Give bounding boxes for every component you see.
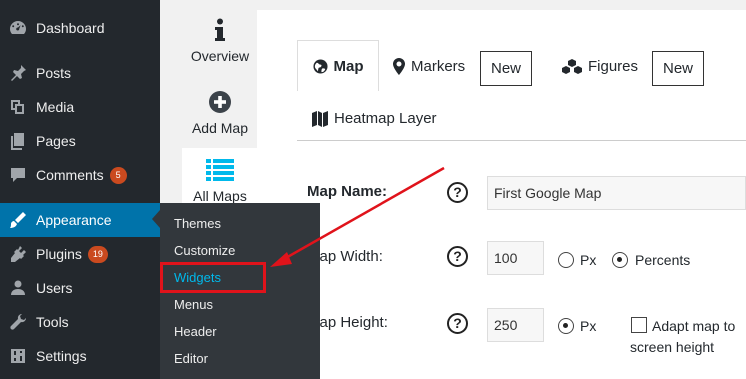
- tab-heatmap-layer[interactable]: Heatmap Layer: [312, 110, 437, 127]
- sidebar-item-label: Media: [36, 99, 75, 115]
- tab-markers[interactable]: Markers: [393, 58, 465, 75]
- adapt-height-label-line2: screen height: [630, 339, 715, 355]
- height-px-label: Px: [580, 318, 597, 334]
- sidebar-item-label: Users: [36, 280, 73, 296]
- sidebar-item-label: Dashboard: [36, 20, 105, 36]
- submenu-item-themes[interactable]: Themes: [174, 216, 221, 231]
- sidebar-item-dashboard[interactable]: Dashboard: [0, 11, 160, 45]
- pin-icon: [0, 63, 36, 83]
- pages-icon: [0, 131, 36, 151]
- plus-circle-icon: [209, 91, 231, 113]
- plugins-update-badge: 19: [87, 245, 108, 263]
- tab-label: Figures: [588, 58, 639, 75]
- map-editor-panel: Map Markers New Figures New Heatmap Laye…: [257, 10, 746, 379]
- sidebar-item-label: Tools: [36, 314, 69, 330]
- list-icon: [206, 159, 234, 181]
- sidebar-item-label: Comments: [36, 167, 104, 183]
- sidebar-item-appearance[interactable]: Appearance: [0, 203, 160, 237]
- tab-map[interactable]: Map: [297, 40, 379, 91]
- sidebar-item-label: Appearance: [36, 212, 112, 228]
- map-name-label: Map Name:: [307, 183, 388, 200]
- sidebar-item-plugins[interactable]: Plugins 19: [0, 237, 160, 271]
- submenu-item-customize[interactable]: Customize: [174, 243, 235, 258]
- active-menu-pointer: [152, 210, 160, 228]
- new-marker-button[interactable]: New: [480, 51, 532, 86]
- map-width-input[interactable]: 100: [487, 241, 544, 275]
- comment-icon: [0, 165, 36, 185]
- tab-add-map[interactable]: Add Map: [182, 90, 258, 136]
- width-px-label: Px: [580, 252, 597, 268]
- media-icon: [0, 97, 36, 117]
- tab-label: All Maps: [193, 188, 247, 204]
- sidebar-item-settings[interactable]: Settings: [0, 339, 160, 373]
- sidebar-item-media[interactable]: Media: [0, 90, 160, 124]
- map-name-input[interactable]: First Google Map: [487, 176, 746, 210]
- tab-overview[interactable]: Overview: [182, 18, 258, 64]
- tab-figures[interactable]: Figures: [562, 58, 638, 75]
- marker-pin-icon: [393, 58, 405, 75]
- submenu-item-editor[interactable]: Editor: [174, 351, 208, 366]
- admin-sidebar: Dashboard Posts Media Pages Comments 5 A…: [0, 0, 160, 379]
- submenu-item-header[interactable]: Header: [174, 324, 217, 339]
- help-icon[interactable]: ?: [447, 313, 468, 334]
- settings-icon: [0, 346, 36, 366]
- globe-icon: [312, 58, 328, 74]
- tab-label: Map: [333, 57, 364, 75]
- sidebar-item-posts[interactable]: Posts: [0, 56, 160, 90]
- wrench-icon: [0, 312, 36, 332]
- sidebar-item-pages[interactable]: Pages: [0, 124, 160, 158]
- help-icon[interactable]: ?: [447, 182, 468, 203]
- dashboard-icon: [0, 18, 36, 38]
- sidebar-item-label: Settings: [36, 348, 87, 364]
- tab-label: Markers: [411, 58, 466, 75]
- sidebar-item-tools[interactable]: Tools: [0, 305, 160, 339]
- users-icon: [0, 278, 36, 298]
- adapt-height-label-line1: Adapt map to: [652, 318, 736, 334]
- brush-icon: [0, 210, 36, 230]
- sidebar-item-label: Pages: [36, 133, 76, 149]
- plugin-icon: [0, 244, 36, 264]
- map-height-input[interactable]: 250: [487, 308, 544, 342]
- new-figure-button[interactable]: New: [652, 51, 704, 86]
- width-px-radio[interactable]: [558, 252, 574, 268]
- cubes-icon: [562, 58, 582, 74]
- sidebar-item-label: Posts: [36, 65, 72, 81]
- help-icon[interactable]: ?: [447, 246, 468, 267]
- width-percent-label: Percents: [635, 252, 691, 268]
- submenu-item-menus[interactable]: Menus: [174, 297, 213, 312]
- info-icon: [215, 18, 225, 41]
- annotation-highlight-box: [160, 262, 266, 293]
- adapt-height-checkbox[interactable]: [631, 317, 647, 333]
- map-icon: [312, 110, 328, 127]
- width-percent-radio[interactable]: [612, 252, 628, 268]
- tabs-divider: [297, 140, 746, 141]
- tab-all-maps[interactable]: All Maps: [182, 158, 258, 204]
- sidebar-item-comments[interactable]: Comments 5: [0, 158, 160, 192]
- tab-label: Add Map: [191, 120, 249, 136]
- sidebar-item-label: Plugins: [36, 246, 82, 262]
- comments-count-badge: 5: [109, 166, 127, 184]
- tab-label: Overview: [190, 48, 250, 64]
- height-px-radio[interactable]: [558, 318, 574, 334]
- sidebar-item-users[interactable]: Users: [0, 271, 160, 305]
- tab-label: Heatmap Layer: [334, 110, 437, 127]
